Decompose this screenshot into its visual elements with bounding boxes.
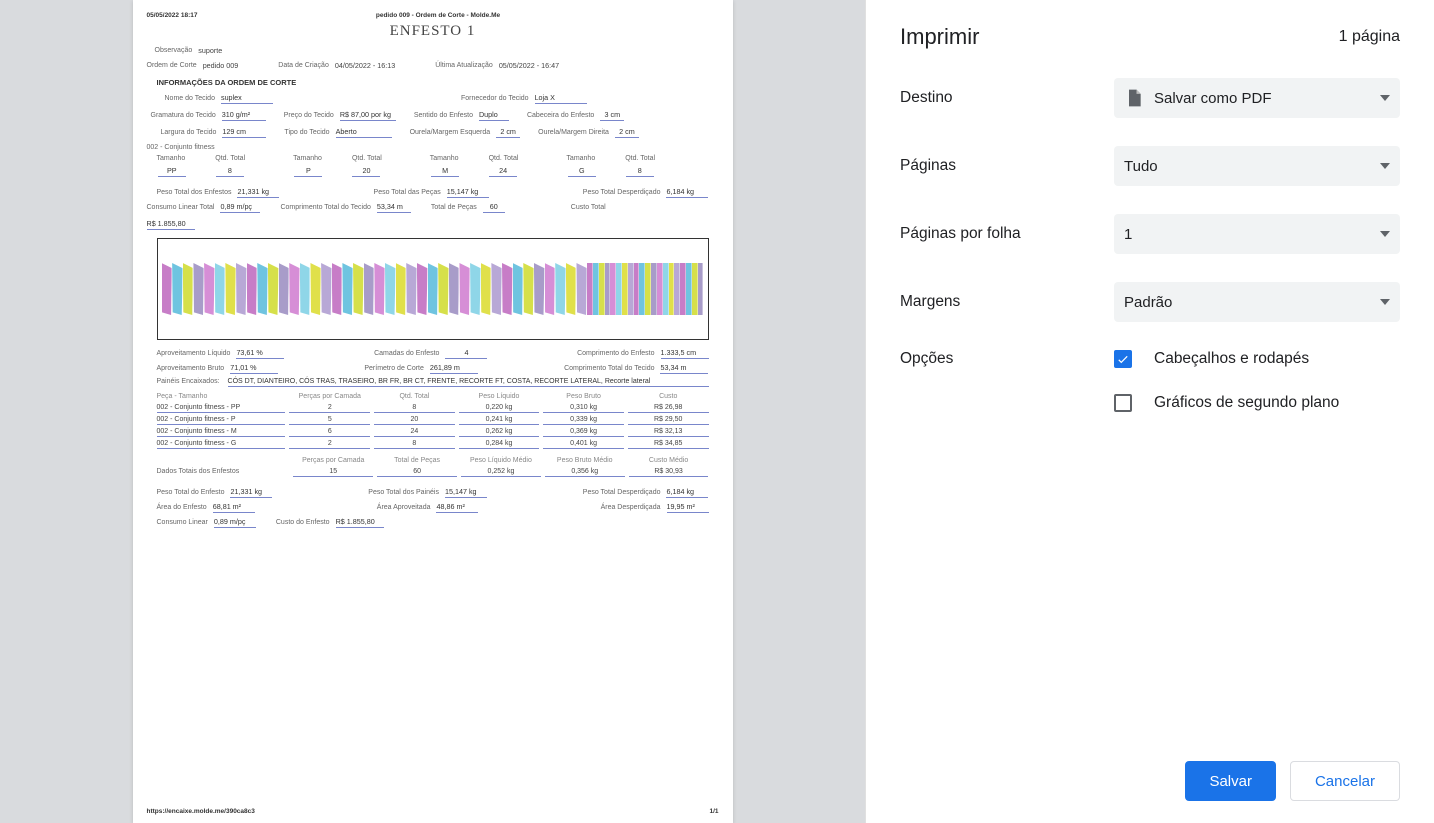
opcoes-label: Opções — [900, 350, 1100, 368]
paginas-dropdown[interactable]: Tudo — [1114, 146, 1400, 186]
pieces-table: Peça - TamanhoPerças por CamadaQtd. Tota… — [157, 393, 709, 449]
destino-label: Destino — [900, 89, 1100, 107]
headers-footers-checkbox[interactable] — [1114, 350, 1132, 368]
chevron-down-icon — [1380, 231, 1390, 237]
margens-dropdown[interactable]: Padrão — [1114, 282, 1400, 322]
print-panel: Imprimir 1 página Destino Salvar como PD… — [865, 0, 1434, 823]
page-title: ENFESTO 1 — [147, 23, 719, 40]
cb1-label: Cabeçalhos e rodapés — [1154, 350, 1309, 368]
background-graphics-checkbox[interactable] — [1114, 394, 1132, 412]
page-count: 1 página — [1339, 28, 1400, 46]
document-page: 05/05/2022 18:17 pedido 009 - Ordem de C… — [133, 0, 733, 823]
cancel-button[interactable]: Cancelar — [1290, 761, 1400, 801]
panel-title: Imprimir — [900, 24, 979, 50]
ppf-dropdown[interactable]: 1 — [1114, 214, 1400, 254]
footer-url: https://encaixe.molde.me/390ca8c3 — [147, 808, 255, 815]
destino-dropdown[interactable]: Salvar como PDF — [1114, 78, 1400, 118]
chevron-down-icon — [1380, 95, 1390, 101]
footer-page: 1/1 — [709, 808, 718, 815]
cb2-label: Gráficos de segundo plano — [1154, 394, 1339, 412]
paginas-label: Páginas — [900, 157, 1100, 175]
ppf-label: Páginas por folha — [900, 225, 1100, 243]
chevron-down-icon — [1380, 299, 1390, 305]
margens-label: Margens — [900, 293, 1100, 311]
pdf-icon — [1124, 86, 1144, 110]
doc-title: pedido 009 - Ordem de Corte - Molde.Me — [376, 12, 500, 19]
preview-area: 05/05/2022 18:17 pedido 009 - Ordem de C… — [0, 0, 865, 823]
save-button[interactable]: Salvar — [1185, 761, 1276, 801]
chevron-down-icon — [1380, 163, 1390, 169]
timestamp: 05/05/2022 18:17 — [147, 12, 198, 19]
section-info: INFORMAÇÕES DA ORDEM DE CORTE — [157, 78, 719, 87]
nesting-preview — [157, 238, 709, 340]
sizes-table: TamanhoQtd. Total PP8TamanhoQtd. Total P… — [157, 155, 719, 177]
